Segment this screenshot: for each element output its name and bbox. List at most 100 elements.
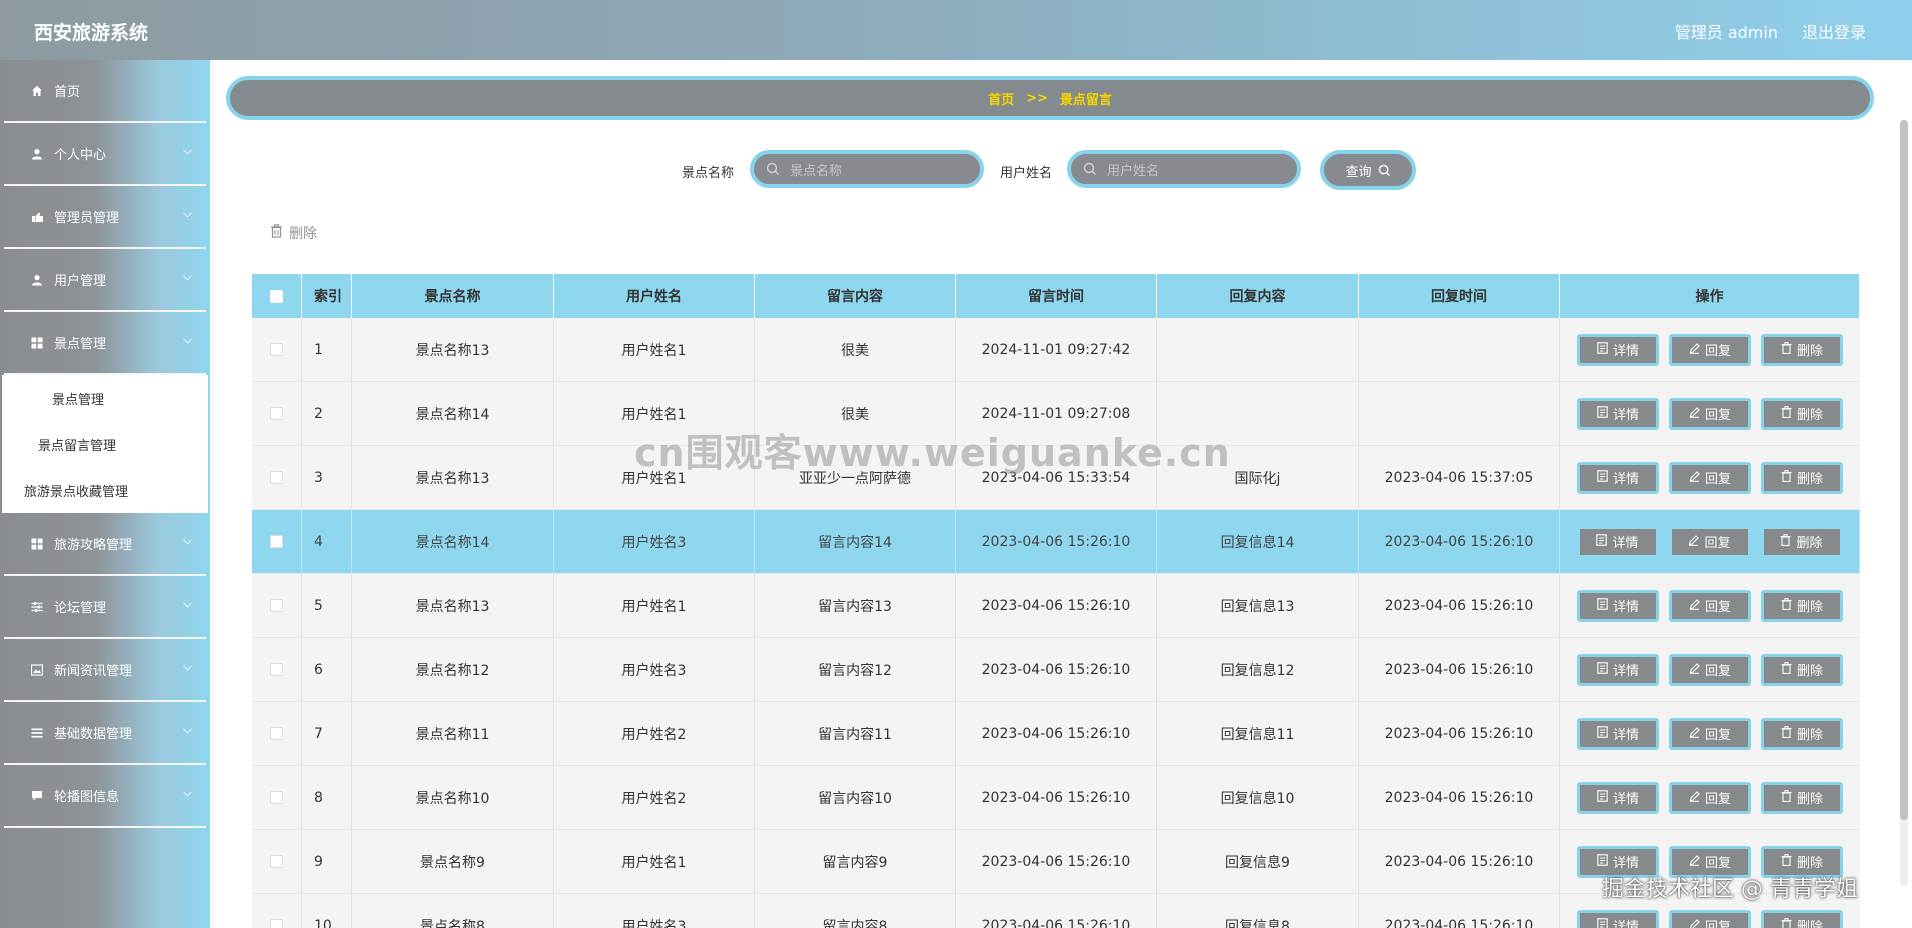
delete-button[interactable]: 删除 bbox=[1760, 525, 1843, 558]
delete-button-label: 删除 bbox=[1796, 664, 1823, 679]
vertical-scrollbar[interactable] bbox=[1900, 120, 1908, 886]
reply-button[interactable]: 回复 bbox=[1669, 461, 1751, 494]
detail-button[interactable]: 详情 bbox=[1576, 525, 1659, 558]
submenu-item[interactable]: 景点管理 bbox=[2, 375, 208, 421]
detail-button[interactable]: 详情 bbox=[1577, 333, 1659, 366]
list-icon bbox=[30, 726, 44, 740]
table-row[interactable]: 7 景点名称11 用户姓名2 留言内容11 2023-04-06 15:26:10 回复信… bbox=[252, 702, 1860, 766]
table-row[interactable]: 6 景点名称12 用户姓名3 留言内容12 2023-04-06 15:26:10 回复信… bbox=[252, 638, 1860, 702]
select-all-checkbox[interactable] bbox=[270, 289, 283, 303]
delete-button[interactable]: 删除 bbox=[1761, 909, 1843, 928]
breadcrumb-home[interactable]: 首页 bbox=[988, 89, 1014, 108]
spot-name-input[interactable]: 景点名称 bbox=[750, 150, 984, 188]
detail-button[interactable]: 详情 bbox=[1577, 461, 1659, 494]
column-header: 留言时间 bbox=[956, 274, 1157, 318]
table-row[interactable]: 5 景点名称13 用户姓名1 留言内容13 2023-04-06 15:26:10 回复信… bbox=[252, 574, 1860, 638]
reply-button[interactable]: 回复 bbox=[1669, 589, 1751, 622]
document-icon bbox=[1597, 598, 1608, 613]
reply-button[interactable]: 回复 bbox=[1669, 781, 1751, 814]
breadcrumb-current: 景点留言 bbox=[1059, 92, 1112, 108]
detail-button[interactable]: 详情 bbox=[1577, 781, 1659, 814]
table-row[interactable]: 9 景点名称9 用户姓名1 留言内容9 2023-04-06 15:26:10 回复信息9… bbox=[252, 830, 1860, 894]
submenu-item[interactable]: 旅游景点收藏管理 bbox=[2, 467, 208, 513]
cell-msg: 留言内容13 bbox=[755, 574, 956, 637]
table-row[interactable]: 8 景点名称10 用户姓名2 留言内容10 2023-04-06 15:26:10 回复信… bbox=[252, 766, 1860, 830]
reply-button[interactable]: 回复 bbox=[1669, 717, 1751, 750]
cell-reply bbox=[1157, 318, 1359, 381]
row-checkbox-cell bbox=[252, 702, 302, 765]
row-checkbox[interactable] bbox=[270, 535, 283, 548]
reply-button[interactable]: 回复 bbox=[1668, 525, 1751, 558]
detail-button-label: 详情 bbox=[1612, 536, 1639, 551]
reply-button[interactable]: 回复 bbox=[1669, 333, 1751, 366]
detail-button[interactable]: 详情 bbox=[1577, 717, 1659, 750]
row-checkbox[interactable] bbox=[270, 599, 283, 612]
sidebar-item[interactable]: 用户管理 bbox=[4, 249, 206, 312]
sidebar-item[interactable]: 论坛管理 bbox=[4, 576, 206, 639]
sidebar-item[interactable]: 首页 bbox=[4, 60, 206, 123]
scenic-submenu: 景点管理 景点留言管理 旅游景点收藏管理 bbox=[2, 375, 208, 513]
delete-button-label: 删除 bbox=[1796, 792, 1823, 807]
delete-button[interactable]: 删除 bbox=[1761, 333, 1843, 366]
table-row[interactable]: 4 景点名称14 用户姓名3 留言内容14 2023-04-06 15:26:10 回复信… bbox=[252, 510, 1860, 574]
table-row[interactable]: 2 景点名称14 用户姓名1 很美 2024-11-01 09:27:08 详情 回复 删除 bbox=[252, 382, 1860, 446]
reply-button[interactable]: 回复 bbox=[1669, 397, 1751, 430]
reply-button[interactable]: 回复 bbox=[1669, 845, 1751, 878]
table-row[interactable]: 10 景点名称8 用户姓名3 留言内容8 2023-04-06 15:26:10 回复信息… bbox=[252, 894, 1860, 928]
row-checkbox[interactable] bbox=[270, 919, 283, 928]
edit-icon bbox=[1689, 918, 1700, 928]
document-icon bbox=[1596, 534, 1608, 549]
cell-user: 用户姓名1 bbox=[554, 574, 755, 637]
sidebar-item[interactable]: 管理员管理 bbox=[4, 186, 206, 249]
scrollbar-thumb[interactable] bbox=[1900, 120, 1908, 820]
sidebar-item[interactable]: 新闻资讯管理 bbox=[4, 639, 206, 702]
table-row[interactable]: 1 景点名称13 用户姓名1 很美 2024-11-01 09:27:42 详情 回复 删除 bbox=[252, 318, 1860, 382]
admin-user-link[interactable]: 管理员 admin bbox=[1675, 19, 1778, 43]
reply-button[interactable]: 回复 bbox=[1669, 909, 1751, 928]
batch-delete-button[interactable]: 删除 bbox=[270, 223, 317, 243]
cell-user: 用户姓名3 bbox=[554, 894, 755, 928]
delete-button[interactable]: 删除 bbox=[1761, 845, 1843, 878]
delete-button[interactable]: 删除 bbox=[1761, 653, 1843, 686]
row-checkbox[interactable] bbox=[270, 855, 283, 868]
column-header: 操作 bbox=[1560, 274, 1860, 318]
detail-button[interactable]: 详情 bbox=[1577, 845, 1659, 878]
sidebar-item[interactable]: 旅游攻略管理 bbox=[4, 513, 206, 576]
row-checkbox[interactable] bbox=[270, 663, 283, 676]
delete-button[interactable]: 删除 bbox=[1761, 397, 1843, 430]
detail-button[interactable]: 详情 bbox=[1577, 909, 1659, 928]
sidebar-item[interactable]: 轮播图信息 bbox=[4, 765, 206, 828]
search-bar: 景点名称 景点名称 用户姓名 用户姓名 查询 bbox=[210, 150, 1912, 190]
detail-button[interactable]: 详情 bbox=[1577, 589, 1659, 622]
delete-button[interactable]: 删除 bbox=[1761, 781, 1843, 814]
cell-idx: 2 bbox=[302, 382, 352, 445]
user-name-input[interactable]: 用户姓名 bbox=[1067, 150, 1301, 188]
table-row[interactable]: 3 景点名称13 用户姓名1 亚亚少一点阿萨德 2023-04-06 15:33:54 国… bbox=[252, 446, 1860, 510]
reply-button[interactable]: 回复 bbox=[1669, 653, 1751, 686]
document-icon bbox=[1597, 918, 1608, 928]
sidebar-item[interactable]: 景点管理 bbox=[4, 312, 206, 375]
delete-button[interactable]: 删除 bbox=[1761, 461, 1843, 494]
cell-msg: 亚亚少一点阿萨德 bbox=[755, 446, 956, 509]
sidebar-item[interactable]: 个人中心 bbox=[4, 123, 206, 186]
cell-rtime: 2023-04-06 15:26:10 bbox=[1359, 766, 1560, 829]
row-checkbox[interactable] bbox=[270, 727, 283, 740]
cell-user: 用户姓名3 bbox=[554, 638, 755, 701]
detail-button[interactable]: 详情 bbox=[1577, 397, 1659, 430]
cell-name: 景点名称14 bbox=[352, 510, 554, 573]
row-checkbox[interactable] bbox=[270, 407, 283, 420]
logout-link[interactable]: 退出登录 bbox=[1802, 19, 1866, 43]
cell-user: 用户姓名2 bbox=[554, 702, 755, 765]
sidebar-item[interactable]: 基础数据管理 bbox=[4, 702, 206, 765]
delete-button[interactable]: 删除 bbox=[1761, 589, 1843, 622]
row-checkbox[interactable] bbox=[270, 471, 283, 484]
detail-button-label: 详情 bbox=[1612, 664, 1639, 679]
trash-icon bbox=[1781, 790, 1792, 805]
query-button[interactable]: 查询 bbox=[1320, 150, 1416, 190]
delete-button[interactable]: 删除 bbox=[1761, 717, 1843, 750]
detail-button[interactable]: 详情 bbox=[1577, 653, 1659, 686]
row-checkbox[interactable] bbox=[270, 343, 283, 356]
submenu-item[interactable]: 景点留言管理 bbox=[2, 421, 208, 467]
chevron-down-icon bbox=[183, 537, 192, 546]
row-checkbox[interactable] bbox=[270, 791, 283, 804]
